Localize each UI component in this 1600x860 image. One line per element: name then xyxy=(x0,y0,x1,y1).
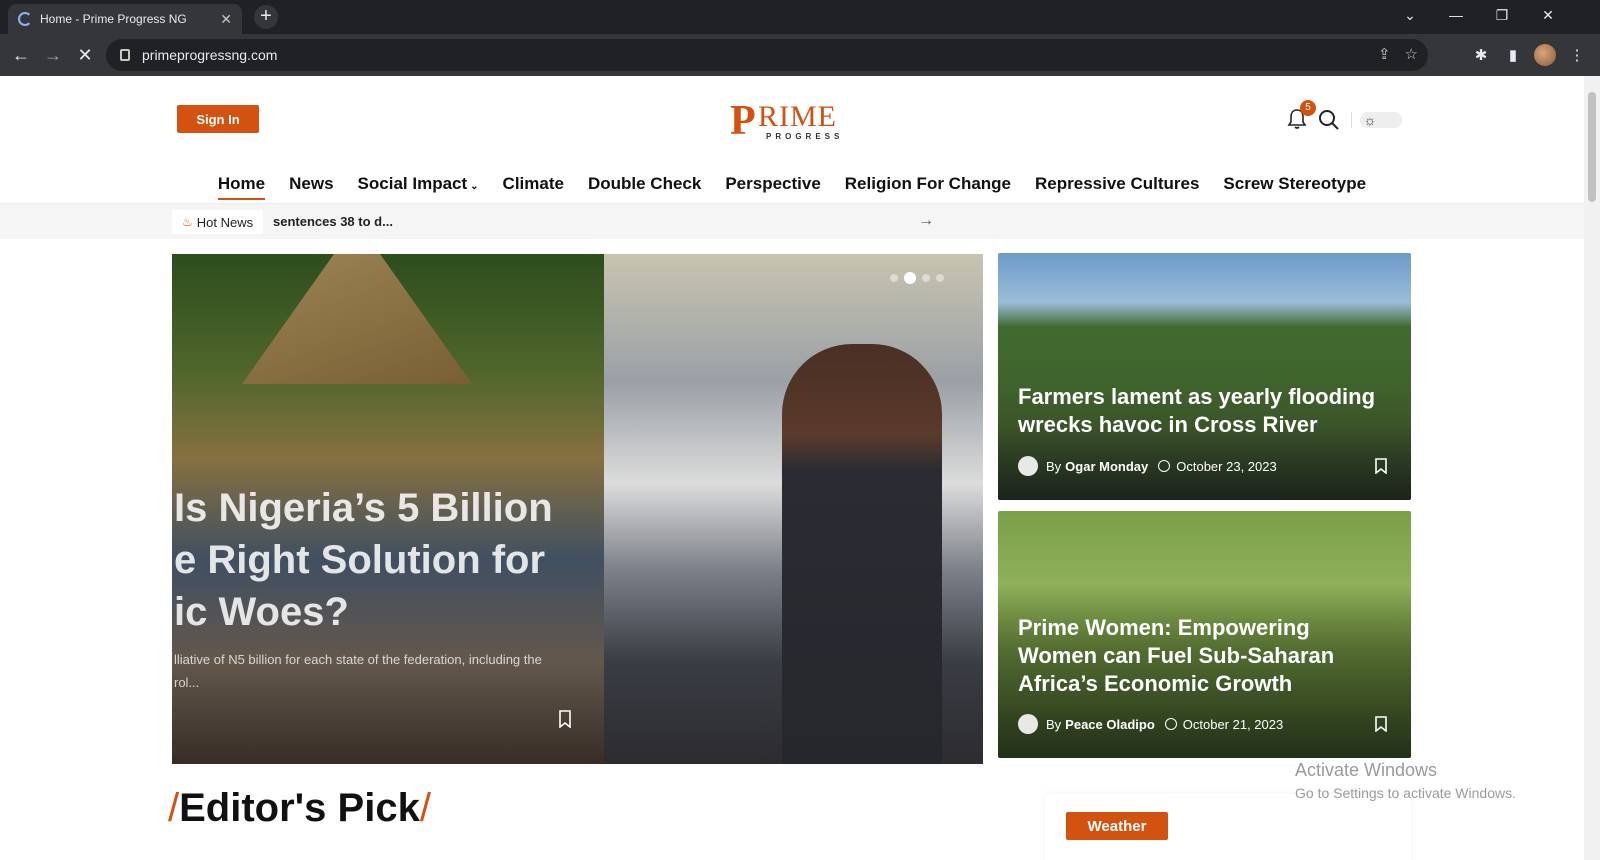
lock-icon[interactable] xyxy=(120,49,130,61)
side-panel-icon[interactable]: ▮ xyxy=(1502,44,1524,66)
sign-in-button[interactable]: Sign In xyxy=(177,105,259,133)
address-bar[interactable]: primeprogressng.com ⇪ ☆ xyxy=(106,39,1428,71)
stop-loading-button[interactable]: ✕ xyxy=(72,42,98,68)
clock-icon xyxy=(1164,718,1177,730)
site-logo[interactable]: P RIME PROGRESS xyxy=(730,100,850,144)
flame-icon: ♨ xyxy=(182,215,193,229)
slider-dots xyxy=(890,272,944,284)
slider-dot[interactable] xyxy=(922,274,930,282)
author-avatar xyxy=(1018,456,1038,476)
profile-avatar[interactable] xyxy=(1534,44,1556,66)
bookmark-icon[interactable] xyxy=(558,710,572,728)
author-avatar xyxy=(1018,714,1038,734)
notification-badge: 5 xyxy=(1300,100,1316,116)
nav-item-home[interactable]: Home xyxy=(206,172,277,202)
theme-toggle[interactable]: ☼ xyxy=(1360,112,1402,128)
extensions-icon[interactable]: ✱ xyxy=(1470,44,1492,66)
article-date: October 23, 2023 xyxy=(1176,458,1277,474)
hero-image-person xyxy=(782,344,942,764)
activate-windows-watermark: Activate Windows Go to Settings to activ… xyxy=(1295,760,1516,801)
article-card[interactable]: Prime Women: Empowering Women can Fuel S… xyxy=(998,511,1411,758)
scrollbar-thumb[interactable] xyxy=(1588,92,1596,202)
page-scrollbar[interactable] xyxy=(1584,76,1600,860)
section-title-editors-pick: /Editor's Pick/ xyxy=(168,786,431,830)
close-window-button[interactable]: ✕ xyxy=(1526,0,1570,30)
article-meta: By Peace Oladipo October 21, 2023 xyxy=(1018,714,1283,734)
slider-dot[interactable] xyxy=(936,274,944,282)
tab-title: Home - Prime Progress NG xyxy=(40,12,187,26)
article-card[interactable]: Farmers lament as yearly flooding wrecks… xyxy=(998,253,1411,500)
close-tab-icon[interactable]: ✕ xyxy=(220,11,232,28)
back-button[interactable]: ← xyxy=(8,42,34,68)
bookmark-icon[interactable] xyxy=(1375,716,1387,732)
author-name[interactable]: Peace Oladipo xyxy=(1065,717,1155,732)
chevron-down-icon: ⌄ xyxy=(470,181,479,192)
url-text[interactable]: primeprogressng.com xyxy=(142,47,277,63)
article-title[interactable]: Prime Women: Empowering Women can Fuel S… xyxy=(1018,614,1398,698)
bookmark-star-icon[interactable]: ☆ xyxy=(1405,45,1418,63)
hot-news-bar: ♨ Hot News sentences 38 to d... → xyxy=(0,203,1584,239)
nav-item-perspective[interactable]: Perspective xyxy=(713,172,832,202)
main-nav: Home News Social Impact ⌄ Climate Double Chec… xyxy=(0,172,1584,202)
tab-strip: Home - Prime Progress NG ✕ + ⌄ — ❐ ✕ xyxy=(0,0,1600,34)
article-date: October 21, 2023 xyxy=(1182,716,1284,732)
article-meta: By Ogar Monday October 23, 2023 xyxy=(1018,456,1277,476)
loading-icon xyxy=(18,12,32,26)
nav-item-social-impact[interactable]: Social Impact ⌄ xyxy=(346,172,491,202)
hero-excerpt: lliative of N5 billion for each state of… xyxy=(174,652,542,690)
hero-title[interactable]: Is Nigeria’s 5 Billion e Right Solution … xyxy=(174,482,594,638)
menu-kebab-icon[interactable]: ⋮ xyxy=(1566,44,1588,66)
minimize-button[interactable]: — xyxy=(1434,0,1478,30)
slider-dot[interactable] xyxy=(904,272,916,284)
share-icon[interactable]: ⇪ xyxy=(1378,45,1391,63)
forward-button[interactable]: → xyxy=(40,42,66,68)
nav-item-repressive-cultures[interactable]: Repressive Cultures xyxy=(1023,172,1211,202)
hot-news-ticker[interactable]: sentences 38 to d... xyxy=(273,214,393,229)
nav-item-climate[interactable]: Climate xyxy=(491,172,576,202)
search-icon[interactable] xyxy=(1318,109,1340,131)
weather-label: Weather xyxy=(1066,812,1168,840)
clock-icon xyxy=(1158,460,1171,472)
sun-icon: ☼ xyxy=(1363,112,1377,128)
header-divider xyxy=(1351,112,1352,128)
article-title[interactable]: Farmers lament as yearly flooding wrecks… xyxy=(1018,383,1398,439)
author-name[interactable]: Ogar Monday xyxy=(1065,459,1148,474)
hero-slider[interactable]: Is Nigeria’s 5 Billion e Right Solution … xyxy=(172,254,983,764)
tab-search-icon[interactable]: ⌄ xyxy=(1388,0,1432,30)
nav-item-news[interactable]: News xyxy=(277,172,345,202)
restore-button[interactable]: ❐ xyxy=(1480,0,1524,30)
bookmark-icon[interactable] xyxy=(1375,458,1387,474)
slider-dot[interactable] xyxy=(890,274,898,282)
browser-tab[interactable]: Home - Prime Progress NG ✕ xyxy=(8,4,242,34)
hot-news-label: ♨ Hot News xyxy=(172,210,264,234)
new-tab-button[interactable]: + xyxy=(254,5,278,29)
hot-news-next-arrow[interactable]: → xyxy=(918,212,934,230)
webpage: Sign In P RIME PROGRESS 5 ☼ Home News Soci… xyxy=(0,76,1584,860)
nav-item-double-check[interactable]: Double Check xyxy=(576,172,713,202)
nav-item-religion-for-change[interactable]: Religion For Change xyxy=(833,172,1023,202)
browser-toolbar: ← → ✕ primeprogressng.com ⇪ ☆ ✱ ▮ ⋮ xyxy=(0,34,1600,76)
nav-item-screw-stereotype[interactable]: Screw Stereotype xyxy=(1211,172,1378,202)
